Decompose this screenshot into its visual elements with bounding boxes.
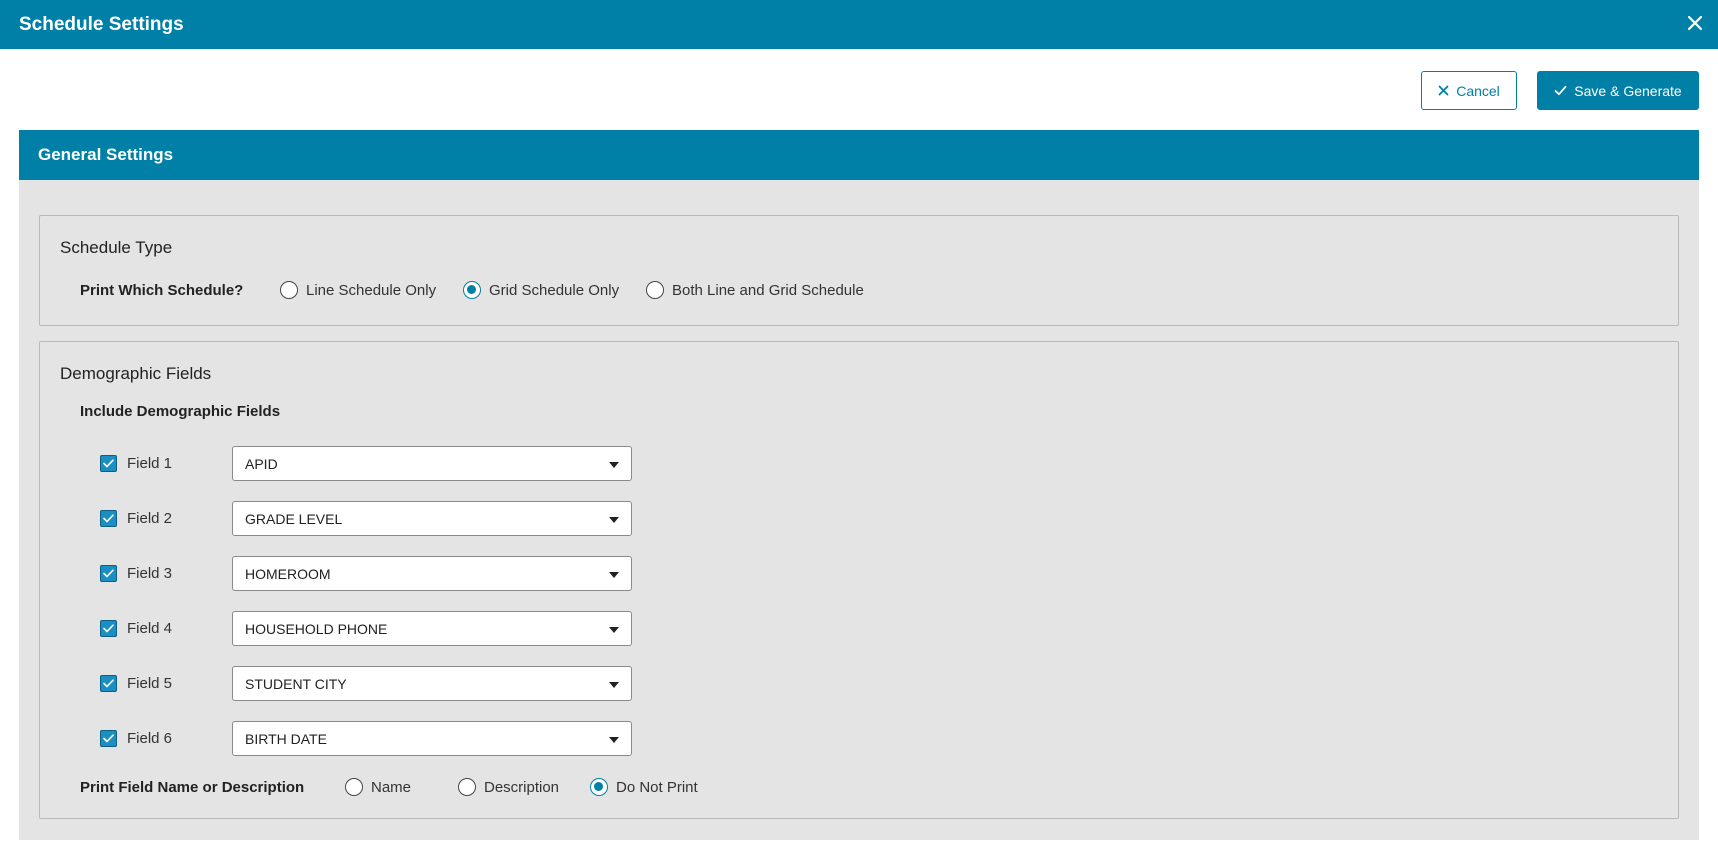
radio-line-schedule-only[interactable]: Line Schedule Only — [280, 281, 436, 299]
radio-label: Do Not Print — [616, 778, 698, 796]
field-4-select[interactable]: HOUSEHOLD PHONE — [232, 611, 632, 646]
field-row-6: Field 6 BIRTH DATE — [100, 721, 632, 756]
field-1-select[interactable]: APID — [232, 446, 632, 481]
general-settings-panel: General Settings Schedule Type Print Whi… — [19, 130, 1699, 840]
field-2-checkbox[interactable] — [100, 510, 117, 527]
radio-label: Description — [484, 778, 560, 796]
select-value: STUDENT CITY — [245, 675, 347, 692]
print-which-schedule-label: Print Which Schedule? — [80, 282, 244, 299]
radio-label: Line Schedule Only — [306, 281, 437, 299]
field-2-label: Field 2 — [127, 510, 173, 527]
field-6-checkbox[interactable] — [100, 730, 117, 747]
field-row-3: Field 3 HOMEROOM — [100, 556, 632, 591]
radio-do-not-print[interactable]: Do Not Print — [590, 778, 698, 796]
field-5-label: Field 5 — [127, 675, 173, 692]
field-3-label: Field 3 — [127, 565, 173, 582]
radio-circle-selected[interactable] — [463, 281, 481, 299]
checkmark-icon — [103, 569, 114, 578]
field-1-checkbox[interactable] — [100, 455, 117, 472]
field-4-label: Field 4 — [127, 620, 173, 637]
radio-circle-selected[interactable] — [590, 778, 608, 796]
caret-down-icon — [609, 736, 619, 743]
field-6-select[interactable]: BIRTH DATE — [232, 721, 632, 756]
cancel-button[interactable]: Cancel — [1421, 71, 1517, 110]
radio-print-name[interactable]: Name — [345, 778, 411, 796]
field-5-checkbox[interactable] — [100, 675, 117, 692]
caret-down-icon — [609, 681, 619, 688]
radio-circle[interactable] — [646, 281, 664, 299]
schedule-type-legend: Schedule Type — [60, 238, 173, 257]
field-row-4: Field 4 HOUSEHOLD PHONE — [100, 611, 632, 646]
caret-down-icon — [609, 626, 619, 633]
field-3-select[interactable]: HOMEROOM — [232, 556, 632, 591]
radio-print-description[interactable]: Description — [458, 778, 559, 796]
field-6-label: Field 6 — [127, 730, 173, 747]
dialog-titlebar: Schedule Settings — [0, 0, 1718, 49]
field-row-2: Field 2 GRADE LEVEL — [100, 501, 632, 536]
radio-circle[interactable] — [458, 778, 476, 796]
select-value: BIRTH DATE — [245, 730, 327, 747]
check-icon — [1554, 85, 1567, 96]
checkmark-icon — [103, 459, 114, 468]
field-row-5: Field 5 STUDENT CITY — [100, 666, 632, 701]
select-value: GRADE LEVEL — [245, 510, 343, 527]
caret-down-icon — [609, 516, 619, 523]
checkmark-icon — [103, 734, 114, 743]
caret-down-icon — [609, 571, 619, 578]
close-icon — [1687, 15, 1703, 31]
x-icon — [1438, 85, 1449, 96]
schedule-type-fieldset: Schedule Type Print Which Schedule? Line… — [39, 215, 1679, 326]
checkmark-icon — [103, 514, 114, 523]
radio-circle[interactable] — [345, 778, 363, 796]
radio-circle[interactable] — [280, 281, 298, 299]
checkmark-icon — [103, 624, 114, 633]
radio-label: Grid Schedule Only — [489, 281, 620, 299]
field-3-checkbox[interactable] — [100, 565, 117, 582]
panel-header: General Settings — [19, 130, 1699, 180]
radio-grid-schedule-only[interactable]: Grid Schedule Only — [463, 281, 619, 299]
field-2-select[interactable]: GRADE LEVEL — [232, 501, 632, 536]
field-5-select[interactable]: STUDENT CITY — [232, 666, 632, 701]
select-value: HOUSEHOLD PHONE — [245, 620, 388, 637]
field-4-checkbox[interactable] — [100, 620, 117, 637]
field-row-1: Field 1 APID — [100, 446, 632, 481]
print-field-name-label: Print Field Name or Description — [80, 779, 305, 796]
select-value: HOMEROOM — [245, 565, 331, 582]
radio-both-line-and-grid[interactable]: Both Line and Grid Schedule — [646, 281, 864, 299]
caret-down-icon — [609, 461, 619, 468]
close-button[interactable] — [1682, 10, 1708, 36]
save-generate-label: Save & Generate — [1574, 82, 1682, 99]
demographic-fields-legend: Demographic Fields — [60, 364, 212, 383]
cancel-label: Cancel — [1456, 82, 1500, 99]
radio-label: Name — [371, 778, 412, 796]
field-1-label: Field 1 — [127, 455, 173, 472]
radio-label: Both Line and Grid Schedule — [672, 281, 864, 299]
include-demographic-fields-label: Include Demographic Fields — [80, 403, 281, 420]
save-generate-button[interactable]: Save & Generate — [1537, 71, 1699, 110]
dialog-title: Schedule Settings — [19, 13, 184, 35]
select-value: APID — [245, 455, 278, 472]
checkmark-icon — [103, 679, 114, 688]
demographic-fields-fieldset: Demographic Fields Include Demographic F… — [39, 341, 1679, 819]
panel-title: General Settings — [38, 145, 174, 164]
